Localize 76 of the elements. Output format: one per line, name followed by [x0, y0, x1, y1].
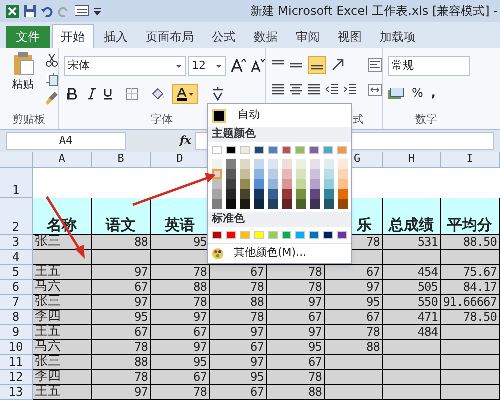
table-cell: 78 [92, 370, 151, 385]
table-cell: 78 [267, 265, 325, 280]
table-cell: 78 [151, 265, 210, 280]
group-label: 剪贴板 [12, 112, 46, 128]
table-cell: 97 [151, 340, 210, 355]
table-cell: 471 [383, 310, 441, 325]
table-cell: 78 [210, 310, 267, 325]
table-cell: 张三 [33, 355, 92, 370]
table-cell: 550 [383, 295, 441, 310]
table-cell: 67 [267, 355, 325, 370]
table-cell: 67 [210, 265, 267, 280]
table-cell: 88.50 [441, 235, 500, 250]
table-cell: 67 [92, 325, 151, 340]
table-cell: 97 [267, 325, 325, 340]
window-title: 新建 Microsoft Excel 工作表.xls [兼容模式] - [250, 3, 499, 20]
column-title: 平均分 [441, 198, 500, 235]
table-cell: 97 [325, 280, 383, 295]
table-cell: 78 [210, 280, 267, 295]
table-cell: 78 [92, 340, 151, 355]
column-title: 英语 [151, 198, 210, 235]
table-cell: 78 [325, 325, 383, 340]
table-cell: 78 [151, 295, 210, 310]
table-cell: 67 [92, 280, 151, 295]
group-label: 式 [353, 112, 364, 128]
table-cell: 李四 [33, 370, 92, 385]
table-cell: 505 [383, 280, 441, 295]
table-cell: 95 [92, 310, 151, 325]
table-cell: 97 [210, 355, 267, 370]
table-cell: 67 [210, 340, 267, 355]
table-cell: 84.17 [441, 280, 500, 295]
table-cell: 91.66667 [441, 295, 500, 310]
table-cell: 67 [325, 310, 383, 325]
table-cell: 67 [267, 310, 325, 325]
section-label: 标准色 [212, 211, 245, 228]
table-cell: 88 [92, 355, 151, 370]
table-cell: 李四 [33, 310, 92, 325]
table-cell: 张三 [33, 295, 92, 310]
table-cell: 王五 [33, 325, 92, 340]
table-cell: 97 [151, 310, 210, 325]
table-cell: 张三 [33, 235, 92, 250]
table-cell: 78 [267, 280, 325, 295]
table-cell: 67 [325, 265, 383, 280]
table-cell: 88 [210, 295, 267, 310]
table-cell: 484 [383, 325, 441, 340]
table-cell: 97 [92, 385, 151, 400]
table-cell: 67 [151, 325, 210, 340]
table-cell: 88 [92, 235, 151, 250]
table-cell: 97 [267, 295, 325, 310]
table-cell: 马六 [33, 280, 92, 295]
table-cell: 75.67 [441, 265, 500, 280]
table-cell: 78 [151, 385, 210, 400]
column-title: 语文 [92, 198, 151, 235]
table-cell: 95 [325, 295, 383, 310]
column-title: 总成绩 [383, 198, 441, 235]
table-cell: 王五 [33, 265, 92, 280]
group-label: 数字 [416, 112, 438, 128]
table-cell: 531 [383, 235, 441, 250]
table-cell: 95 [151, 235, 210, 250]
section-label: 主题颜色 [212, 126, 256, 142]
table-cell: 67 [210, 385, 267, 400]
table-cell: 马六 [33, 340, 92, 355]
table-cell: 95 [151, 355, 210, 370]
table-cell: 97 [92, 265, 151, 280]
table-cell: 454 [383, 265, 441, 280]
table-cell: 88 [267, 385, 325, 400]
table-cell: 97 [210, 325, 267, 340]
table-cell: 王五 [33, 385, 92, 400]
table-cell: 88 [151, 280, 210, 295]
table-cell: 95 [210, 370, 267, 385]
table-cell: 78 [267, 370, 325, 385]
table-cell: 78.50 [441, 310, 500, 325]
table-cell: 67 [151, 370, 210, 385]
table-cell: 95 [267, 340, 325, 355]
table-cell: 97 [92, 295, 151, 310]
table-cell: 88 [325, 340, 383, 355]
group-label: 字体 [151, 112, 173, 128]
